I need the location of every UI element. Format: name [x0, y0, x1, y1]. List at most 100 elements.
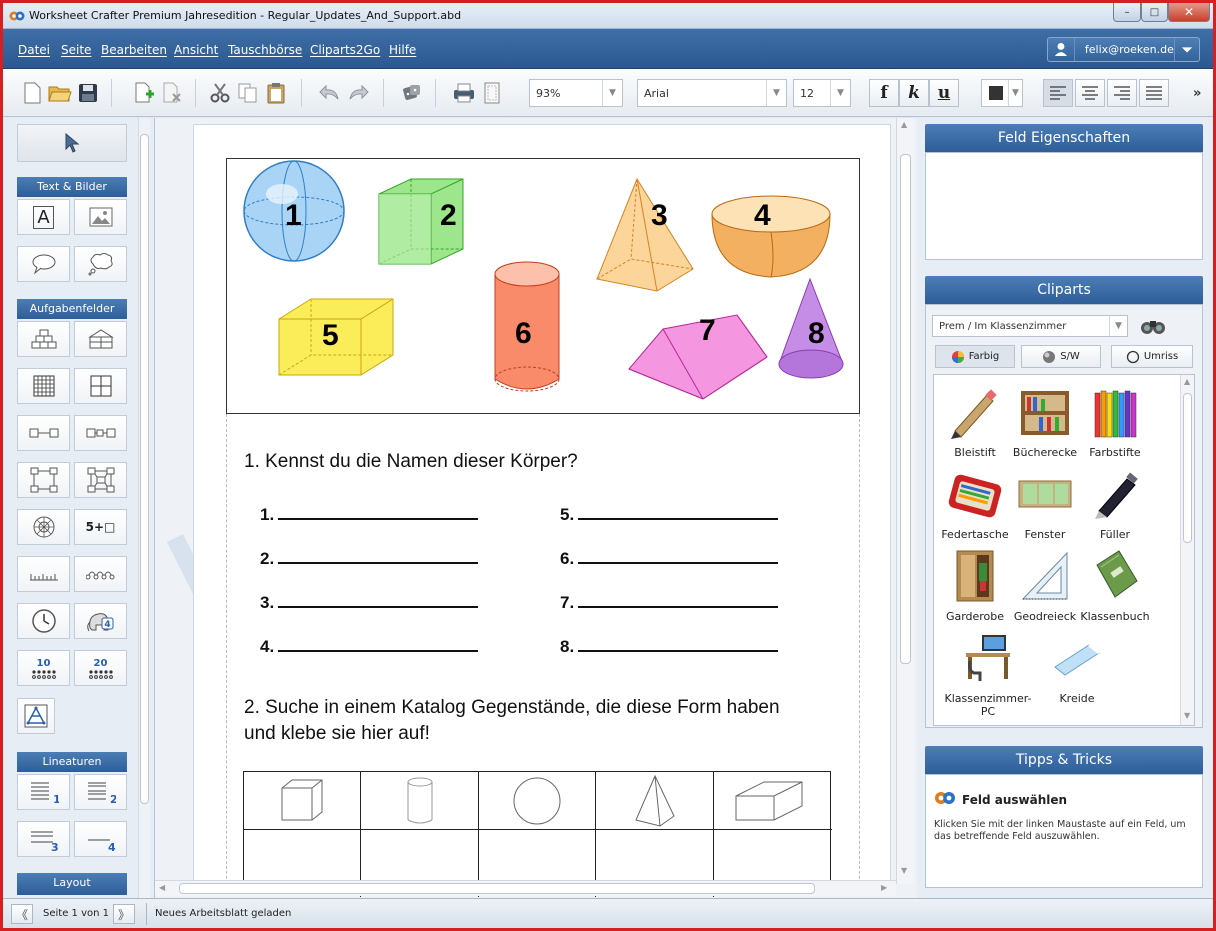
open-button[interactable]: [47, 79, 73, 107]
lineatur-2-button[interactable]: 2: [74, 774, 127, 810]
number-house-tool-button[interactable]: [74, 321, 127, 357]
clipart-klassenbuch[interactable]: Klassenbuch: [1078, 549, 1152, 623]
italic-button[interactable]: k: [899, 79, 929, 107]
font-family-select[interactable]: Arial ▼: [637, 79, 787, 107]
zoom-select[interactable]: 93% ▼: [529, 79, 623, 107]
ruler-tool-button[interactable]: [17, 556, 70, 592]
align-left-button[interactable]: [1043, 79, 1073, 107]
tab-farbig[interactable]: Farbig: [935, 345, 1015, 368]
paste-button[interactable]: [263, 79, 289, 107]
new-document-button[interactable]: [19, 79, 45, 107]
clipart-kreide[interactable]: Kreide: [1040, 631, 1114, 705]
thought-bubble-tool-button[interactable]: [74, 246, 127, 282]
table-cell[interactable]: [479, 772, 596, 830]
random-button[interactable]: [399, 79, 425, 107]
tab-umriss[interactable]: Umriss: [1111, 345, 1193, 368]
canvas-horizontal-scrollbar[interactable]: ◀ ▶: [155, 880, 896, 896]
print-button[interactable]: [451, 79, 477, 107]
font-size-select[interactable]: 12 ▼: [793, 79, 851, 107]
clipart-scrollbar[interactable]: ▲ ▼: [1180, 375, 1194, 725]
underline-button[interactable]: u: [929, 79, 959, 107]
section-layout[interactable]: Layout: [17, 873, 127, 895]
canvas-vertical-scrollbar[interactable]: ▲ ▼: [896, 118, 914, 884]
lineatur-1-button[interactable]: 1: [17, 774, 70, 810]
lineatur-3-button[interactable]: 3: [17, 821, 70, 857]
clipart-category-select[interactable]: Prem / Im Klassenzimmer ▼: [932, 315, 1128, 337]
number-pyramid-tool-button[interactable]: [17, 321, 70, 357]
align-center-button[interactable]: [1075, 79, 1105, 107]
arrow-task-tool-button[interactable]: [17, 415, 70, 451]
clipart-buecherecke[interactable]: Bücherecke: [1008, 385, 1082, 459]
menu-tauschboerse[interactable]: Tauschbörse: [228, 43, 302, 57]
add-page-button[interactable]: [131, 79, 157, 107]
clipart-farbstifte[interactable]: Farbstifte: [1078, 385, 1152, 459]
shapes-image-frame[interactable]: 1 2 3 4 5 6 7 8: [226, 158, 860, 414]
scroll-thumb[interactable]: [900, 154, 911, 664]
scroll-thumb[interactable]: [140, 134, 149, 804]
previous-page-button[interactable]: 《: [11, 904, 33, 924]
number-chain-tool-button[interactable]: [17, 462, 70, 498]
question-2-line-2[interactable]: und klebe sie hier auf!: [244, 723, 430, 745]
clipart-klassenzimmer-pc[interactable]: Klassenzimmer-PC: [938, 631, 1038, 718]
user-account-button[interactable]: felix@roeken.de: [1047, 37, 1200, 62]
shapes-table[interactable]: [243, 771, 832, 897]
clipart-federtasche[interactable]: Federtasche: [938, 467, 1012, 541]
menu-ansicht[interactable]: Ansicht: [174, 43, 218, 57]
bold-button[interactable]: f: [869, 79, 899, 107]
delete-page-button[interactable]: [159, 79, 185, 107]
minimize-button[interactable]: –: [1113, 3, 1141, 22]
question-1-text[interactable]: 1. Kennst du die Namen dieser Körper?: [244, 451, 578, 473]
table-cell[interactable]: [361, 772, 479, 830]
grid-tool-button[interactable]: [17, 368, 70, 404]
justify-button[interactable]: [1139, 79, 1169, 107]
copy-button[interactable]: [235, 79, 261, 107]
save-button[interactable]: [75, 79, 101, 107]
menu-seite[interactable]: Seite: [61, 43, 91, 57]
number-field-20-tool-button[interactable]: 20: [74, 650, 127, 686]
worksheet-page[interactable]: 1 2 3 4 5 6 7 8 1. Kennst du die Namen d…: [193, 124, 891, 897]
speech-bubble-tool-button[interactable]: [17, 246, 70, 282]
table-cell[interactable]: [714, 772, 832, 830]
clock-tool-button[interactable]: [17, 603, 70, 639]
image-tool-button[interactable]: [74, 199, 127, 235]
maximize-button[interactable]: □: [1141, 3, 1168, 22]
clipart-bleistift[interactable]: Bleistift: [938, 385, 1012, 459]
clipart-garderobe[interactable]: Garderobe: [938, 549, 1012, 623]
arrow-task-2-tool-button[interactable]: [74, 415, 127, 451]
elephant-tool-button[interactable]: 4: [74, 603, 127, 639]
table-cell[interactable]: [596, 772, 714, 830]
menu-cliparts2go[interactable]: Cliparts2Go: [310, 43, 380, 57]
math-task-tool-button[interactable]: 5+□: [74, 509, 127, 545]
text-tool-button[interactable]: A: [17, 199, 70, 235]
redo-button[interactable]: [345, 79, 371, 107]
question-2-line-1[interactable]: 2. Suche in einem Katalog Gegenstände, d…: [244, 697, 780, 719]
scroll-thumb[interactable]: [1183, 393, 1192, 543]
geometry-tool-button[interactable]: [17, 698, 55, 734]
align-right-button[interactable]: [1107, 79, 1137, 107]
lineatur-4-button[interactable]: 4: [74, 821, 127, 857]
left-panel-scrollbar[interactable]: [138, 118, 150, 898]
table-cell[interactable]: [244, 772, 361, 830]
undo-button[interactable]: [317, 79, 343, 107]
binoculars-icon[interactable]: [1140, 317, 1166, 335]
page-setup-button[interactable]: [479, 79, 505, 107]
number-field-10-tool-button[interactable]: 10: [17, 650, 70, 686]
text-color-select[interactable]: ▼: [981, 79, 1023, 107]
clipart-fueller[interactable]: Füller: [1078, 467, 1152, 541]
scroll-thumb[interactable]: [179, 883, 815, 894]
number-net-tool-button[interactable]: [74, 462, 127, 498]
clipart-fenster[interactable]: Fenster: [1008, 467, 1082, 541]
number-line-tool-button[interactable]: [74, 556, 127, 592]
select-tool-button[interactable]: [17, 124, 127, 162]
clipart-geodreieck[interactable]: Geodreieck: [1008, 549, 1082, 623]
menu-bearbeiten[interactable]: Bearbeiten: [101, 43, 167, 57]
tab-sw[interactable]: S/W: [1021, 345, 1101, 368]
menu-hilfe[interactable]: Hilfe: [389, 43, 416, 57]
next-page-button[interactable]: 》: [113, 904, 135, 924]
close-button[interactable]: ✕: [1168, 3, 1210, 22]
toolbar-overflow-button[interactable]: »: [1193, 86, 1201, 101]
table-tool-button[interactable]: [74, 368, 127, 404]
cut-button[interactable]: [207, 79, 233, 107]
menu-datei[interactable]: Datei: [18, 43, 50, 57]
number-wheel-tool-button[interactable]: [17, 509, 70, 545]
